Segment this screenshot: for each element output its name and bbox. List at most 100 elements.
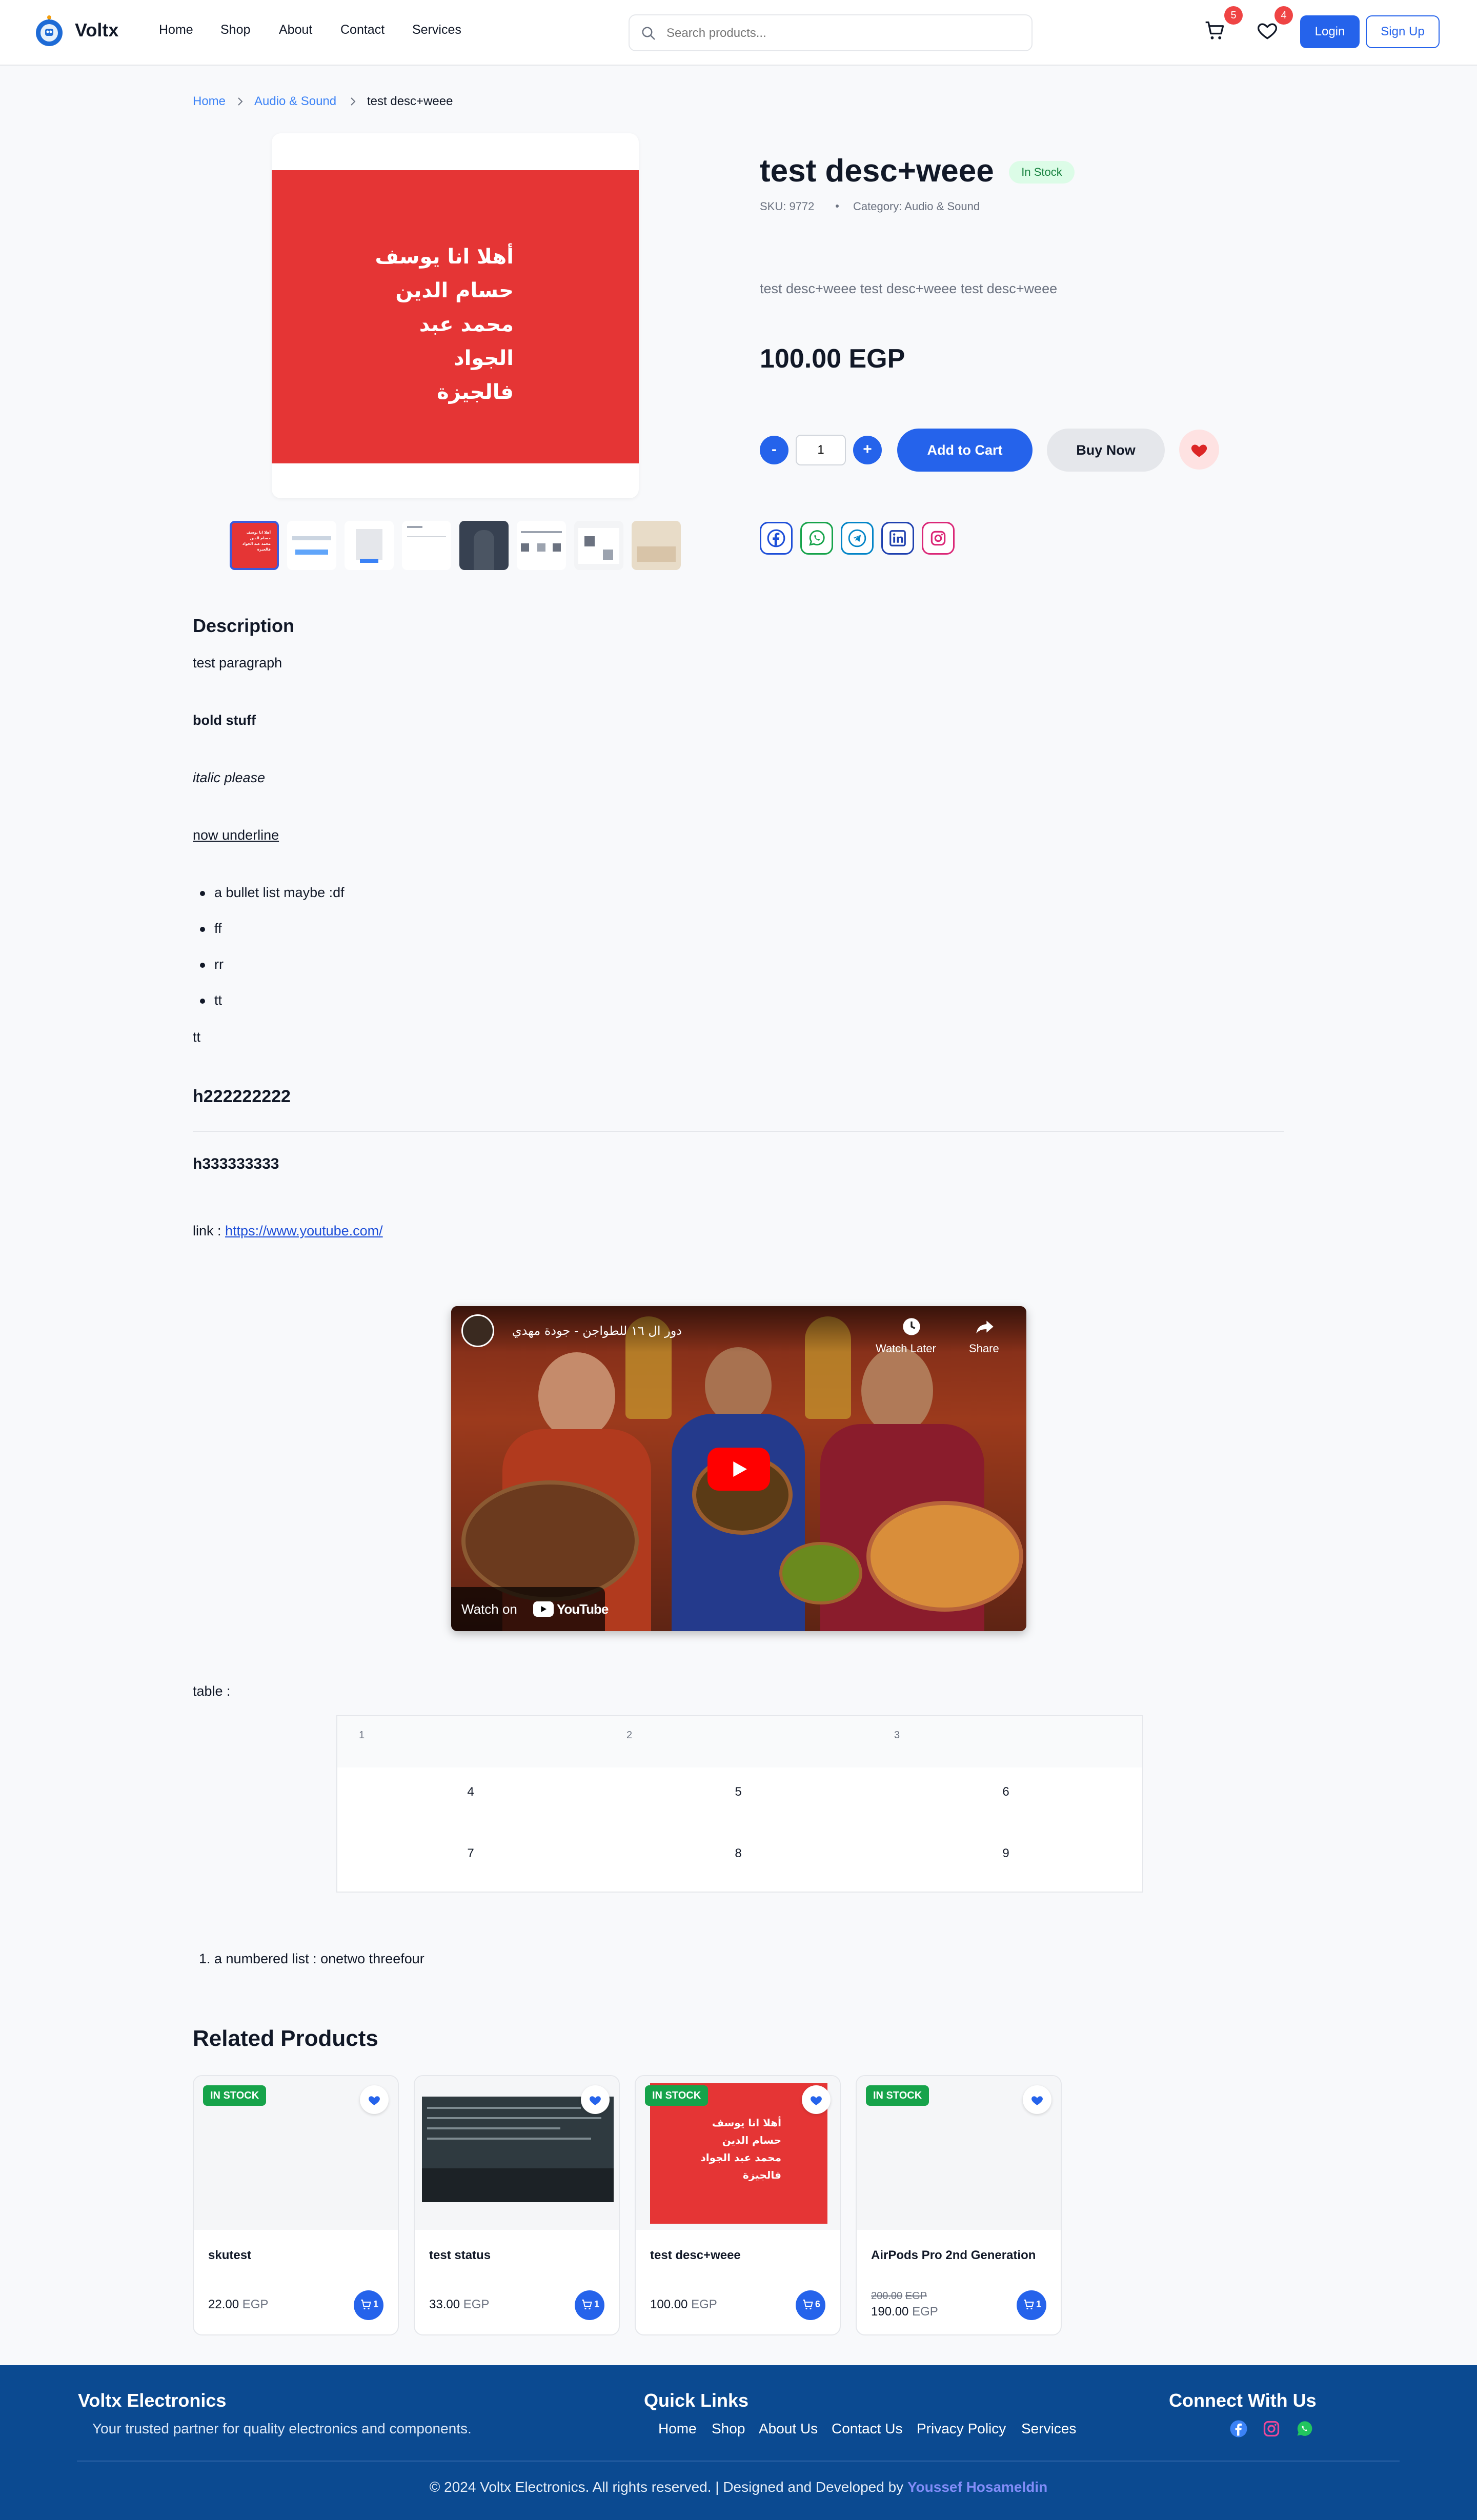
- share-facebook-button[interactable]: [760, 522, 793, 555]
- video-title[interactable]: دور ال ١٦ للطواجن - جودة مهدي: [502, 1324, 682, 1338]
- price-currency: EGP: [912, 2305, 938, 2319]
- product-card-name[interactable]: skutest: [208, 2248, 251, 2263]
- cart-icon: [1205, 21, 1224, 39]
- product-card-name[interactable]: AirPods Pro 2nd Generation: [871, 2248, 1036, 2263]
- share-instagram-button[interactable]: [922, 522, 955, 555]
- card-wishlist-button[interactable]: [1023, 2085, 1051, 2114]
- thumbnail-1[interactable]: أهلا انا يوسف حسام الدين محمد عبد الجواد…: [230, 521, 279, 570]
- card-cart-count: 1: [1036, 2299, 1042, 2309]
- thumbnail-7[interactable]: [574, 521, 623, 570]
- footer-link-services[interactable]: Services: [1021, 2421, 1076, 2437]
- play-button[interactable]: [707, 1448, 770, 1491]
- old-price-value: 200.00: [871, 2290, 903, 2302]
- instagram-icon: [930, 531, 946, 546]
- share-telegram-button[interactable]: [841, 522, 874, 555]
- add-to-wishlist-button[interactable]: [1179, 430, 1219, 470]
- nav-shop[interactable]: Shop: [220, 23, 250, 37]
- thumbnail-6[interactable]: [517, 521, 566, 570]
- footer-facebook-icon[interactable]: [1229, 2420, 1248, 2438]
- video-person-head: [705, 1347, 772, 1424]
- product-card[interactable]: test status 33.00 EGP 1: [414, 2075, 620, 2335]
- bullet-dot: [200, 927, 205, 932]
- search-input[interactable]: [665, 22, 1021, 45]
- clock-icon[interactable]: [901, 1316, 922, 1337]
- link-label: link :: [193, 1223, 226, 1238]
- footer-link-privacy[interactable]: Privacy Policy: [917, 2421, 1006, 2437]
- card-wishlist-button[interactable]: [802, 2085, 831, 2114]
- price-value: 22.00: [208, 2298, 239, 2311]
- wishlist-button[interactable]: [1256, 19, 1281, 44]
- description-table: 1 2 3 4 5 6 7 8 9: [336, 1715, 1143, 1893]
- product-short-description: test desc+weee test desc+weee test desc+…: [760, 281, 1058, 296]
- card-add-to-cart-button[interactable]: 1: [575, 2290, 604, 2320]
- card-add-to-cart-button[interactable]: 1: [354, 2290, 383, 2320]
- footer: [0, 2365, 1477, 2520]
- footer-link-contact[interactable]: Contact Us: [832, 2421, 903, 2437]
- thumbnail-8[interactable]: [632, 521, 681, 570]
- breadcrumb-category[interactable]: Audio & Sound: [254, 94, 336, 109]
- table-cell: 5: [735, 1785, 742, 1799]
- developer-link[interactable]: Youssef Hosameldin: [907, 2479, 1047, 2495]
- card-wishlist-button[interactable]: [581, 2085, 610, 2114]
- footer-instagram-icon[interactable]: [1262, 2420, 1281, 2438]
- product-card-price: 33.00 EGP: [429, 2298, 489, 2312]
- product-card-price: 100.00 EGP: [650, 2298, 717, 2312]
- bullet-dot: [200, 999, 205, 1004]
- chevron-right-icon: [238, 97, 243, 106]
- product-card-image-text: أهلا انا يوسف حسام الدين محمد عبد الجواد…: [700, 2117, 782, 2181]
- youtube-video-embed[interactable]: دور ال ١٦ للطواجن - جودة مهدي Watch Late…: [451, 1306, 1026, 1631]
- thumbnail-4[interactable]: [402, 521, 451, 570]
- cart-button[interactable]: [1204, 19, 1228, 44]
- youtube-link[interactable]: https://www.youtube.com/: [225, 1223, 383, 1238]
- nav-about[interactable]: About: [279, 23, 312, 37]
- old-price-currency: EGP: [905, 2290, 927, 2302]
- footer-link-home[interactable]: Home: [658, 2421, 697, 2437]
- login-button[interactable]: Login: [1300, 15, 1360, 48]
- video-food-dish: [866, 1501, 1023, 1612]
- signup-button[interactable]: Sign Up: [1366, 15, 1440, 48]
- card-add-to-cart-button[interactable]: 1: [1017, 2290, 1046, 2320]
- product-card[interactable]: أهلا انا يوسف حسام الدين محمد عبد الجواد…: [635, 2075, 841, 2335]
- nav-services[interactable]: Services: [412, 23, 461, 37]
- quantity-decrease-button[interactable]: -: [760, 436, 788, 464]
- link-row: link : https://www.youtube.com/: [193, 1223, 383, 1239]
- card-add-to-cart-button[interactable]: 6: [796, 2290, 825, 2320]
- share-linkedin-button[interactable]: [881, 522, 914, 555]
- share-label[interactable]: Share: [969, 1342, 999, 1355]
- card-wishlist-button[interactable]: [360, 2085, 389, 2114]
- buy-now-button[interactable]: Buy Now: [1047, 429, 1165, 472]
- footer-link-shop[interactable]: Shop: [712, 2421, 745, 2437]
- video-person-head: [861, 1347, 933, 1434]
- footer-link-about[interactable]: About Us: [759, 2421, 818, 2437]
- breadcrumb-home[interactable]: Home: [193, 94, 226, 109]
- product-card[interactable]: IN STOCK AirPods Pro 2nd Generation 200.…: [856, 2075, 1062, 2335]
- product-card-name[interactable]: test desc+weee: [650, 2248, 741, 2263]
- video-food-dish: [461, 1480, 639, 1601]
- youtube-play-glyph: [541, 1606, 547, 1612]
- thumbnail-2[interactable]: [287, 521, 336, 570]
- telegram-icon: [848, 529, 866, 547]
- product-card-name[interactable]: test status: [429, 2248, 491, 2263]
- product-main-image[interactable]: أهلا انا يوسف حسام الدين محمد عبد الجواد…: [272, 170, 639, 463]
- heart-filled-icon: [1031, 2096, 1043, 2105]
- footer-whatsapp-icon[interactable]: [1295, 2420, 1313, 2438]
- watch-later-label[interactable]: Watch Later: [876, 1342, 936, 1355]
- in-stock-badge: IN STOCK: [645, 2085, 709, 2106]
- quantity-input[interactable]: [796, 435, 846, 465]
- share-arrow-icon[interactable]: [974, 1316, 996, 1337]
- thumbnail-5[interactable]: [459, 521, 509, 570]
- thumbnail-3[interactable]: [345, 521, 394, 570]
- nav-home[interactable]: Home: [159, 23, 193, 37]
- watch-on-youtube-button[interactable]: Watch on YouTube: [451, 1587, 609, 1631]
- terminal-screenshot: [422, 2097, 614, 2202]
- youtube-wordmark: YouTube: [557, 1601, 609, 1617]
- logo-robot-icon[interactable]: [33, 15, 66, 48]
- quantity-increase-button[interactable]: +: [853, 436, 882, 464]
- share-whatsapp-button[interactable]: [800, 522, 833, 555]
- nav-contact[interactable]: Contact: [340, 23, 385, 37]
- add-to-cart-button[interactable]: Add to Cart: [897, 429, 1033, 472]
- product-card[interactable]: IN STOCK skutest 22.00 EGP 1: [193, 2075, 399, 2335]
- table-cell: 4: [467, 1785, 474, 1799]
- brand-name[interactable]: Voltx: [75, 19, 118, 41]
- channel-avatar[interactable]: [461, 1314, 494, 1347]
